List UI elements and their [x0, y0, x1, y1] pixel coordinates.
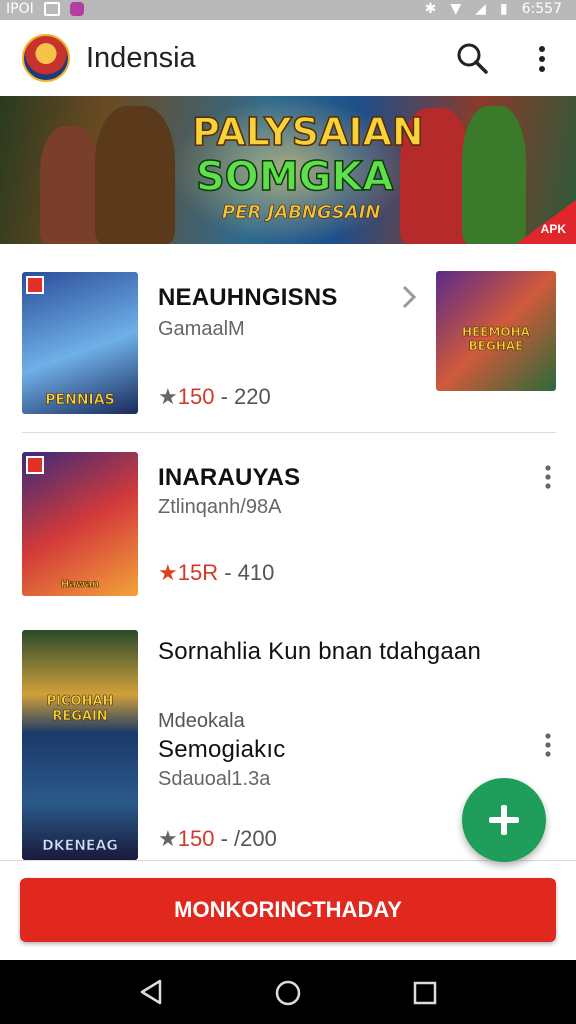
app-logo: [22, 34, 70, 82]
banner-hero-1: [40, 126, 100, 244]
signal-icon: ◢: [475, 1, 486, 17]
promo-banner[interactable]: PALYSAIAN SOMGKA PER JABNGSAIN APK: [0, 96, 576, 244]
star-icon: ★: [158, 560, 178, 585]
apk-tag-label: APK: [540, 222, 566, 236]
item-secondary-title: Semogiakıc: [158, 736, 286, 763]
status-text: IPOI: [6, 1, 34, 17]
item-rating: ★15R - 410: [158, 560, 275, 585]
item-rating: ★150 - 220: [158, 384, 271, 409]
item-title: NEAUHNGISNS: [158, 284, 338, 311]
recents-icon[interactable]: [412, 980, 438, 1006]
status-time: 6:557: [521, 1, 562, 17]
thumbnail-badge: [26, 456, 44, 474]
thumbnail-caption: Hawan: [60, 579, 100, 591]
list-item[interactable]: Hawan INARAUYAS Ztlinqanh/98A ★15R - 410: [0, 434, 576, 614]
app-bar: Indensia: [0, 20, 576, 96]
item-title: Sornahlia Kun bnan tdahgaan: [158, 638, 482, 665]
item-subtitle: GamaalM: [158, 318, 245, 340]
notification-icon: [43, 2, 60, 16]
game-thumbnail[interactable]: Hawan: [22, 452, 138, 596]
item-menu-icon[interactable]: [542, 732, 554, 758]
add-fab-button[interactable]: [462, 778, 546, 862]
bottom-divider: [0, 860, 576, 861]
side-thumbnail-caption: HEEMOHA BEGHAE: [462, 325, 530, 354]
more-options-icon[interactable]: [530, 44, 554, 74]
banner-title-line2: SOMGKA: [195, 153, 394, 201]
item-subtitle: Ztlinqanh/98A: [158, 496, 282, 518]
list-item[interactable]: PENNIAS NEAUHNGISNS GamaalM ★150 - 220 H…: [0, 244, 576, 434]
thumbnail-caption: DKENEAG: [42, 838, 118, 855]
item-menu-icon[interactable]: [542, 464, 554, 490]
thumbnail-top-caption: PICOHAH REGAIN: [46, 694, 114, 725]
thumbnail-badge: [26, 276, 44, 294]
game-thumbnail[interactable]: PICOHAH REGAIN DKENEAG: [22, 630, 138, 860]
status-bar: IPOI ✱ ▼ ◢ ▮ 6:557: [0, 0, 576, 20]
banner-hero-4: [462, 106, 526, 244]
wifi-icon: ▼: [450, 1, 462, 17]
thumbnail-caption: PENNIAS: [45, 392, 115, 409]
star-icon: ★: [158, 384, 178, 409]
divider: [22, 432, 556, 433]
chevron-right-icon[interactable]: [400, 284, 418, 310]
app-title: Indensia: [86, 42, 196, 74]
game-thumbnail[interactable]: PENNIAS: [22, 272, 138, 414]
search-icon[interactable]: [456, 42, 488, 74]
app-notification-icon: [69, 2, 84, 16]
system-nav-bar: [0, 960, 576, 1024]
cta-button[interactable]: MONKORINCTHADAY: [20, 878, 556, 942]
star-icon: ★: [158, 826, 178, 851]
home-icon[interactable]: [274, 979, 302, 1007]
bluetooth-icon: ✱: [424, 1, 437, 17]
banner-title-line1: PALYSAIAN: [191, 109, 424, 155]
banner-hero-2: [95, 106, 175, 244]
side-thumbnail[interactable]: HEEMOHA BEGHAE: [436, 271, 556, 391]
item-subtitle: Mdeokala: [158, 710, 245, 732]
battery-icon: ▮: [499, 1, 508, 17]
back-icon[interactable]: [138, 978, 164, 1006]
item-title: INARAUYAS: [158, 464, 301, 491]
banner-subtitle: PER JABNGSAIN: [222, 202, 381, 224]
item-subtitle-2: Sdauoal1.3a: [158, 768, 271, 790]
item-rating: ★150 - /200: [158, 826, 277, 851]
